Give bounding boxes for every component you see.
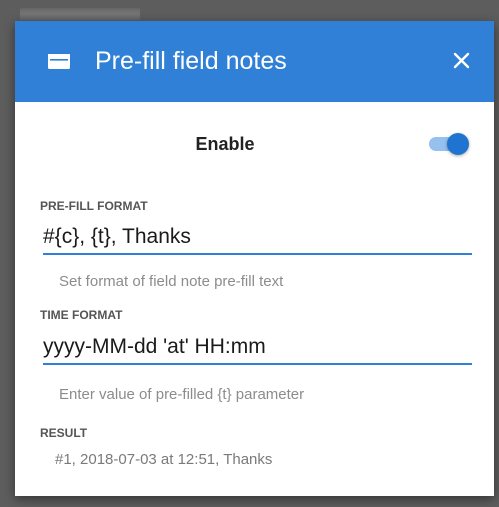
time-format-label: TIME FORMAT: [40, 308, 123, 322]
message-card-icon: [47, 51, 71, 71]
dialog-titlebar: Pre-fill field notes: [15, 21, 494, 102]
prefill-format-input[interactable]: [43, 221, 472, 255]
toggle-thumb: [447, 133, 469, 155]
close-button[interactable]: [441, 41, 481, 81]
result-label: RESULT: [40, 426, 88, 440]
time-format-input[interactable]: [43, 331, 472, 365]
close-icon: [453, 52, 469, 69]
time-format-helper: Enter value of pre-filled {t} parameter: [59, 386, 305, 403]
enable-row: Enable: [15, 102, 494, 187]
enable-label: Enable: [195, 134, 255, 154]
prefill-format-helper: Set format of field note pre-fill text: [59, 273, 284, 290]
prefill-format-label: PRE-FILL FORMAT: [40, 199, 148, 213]
prefill-dialog: Pre-fill field notes Enable PRE-FILL FOR…: [15, 21, 494, 496]
enable-toggle[interactable]: [427, 126, 475, 162]
background-text-fragment: [20, 8, 140, 20]
result-value: #1, 2018-07-03 at 12:51, Thanks: [55, 451, 273, 468]
dialog-title: Pre-fill field notes: [95, 47, 287, 75]
